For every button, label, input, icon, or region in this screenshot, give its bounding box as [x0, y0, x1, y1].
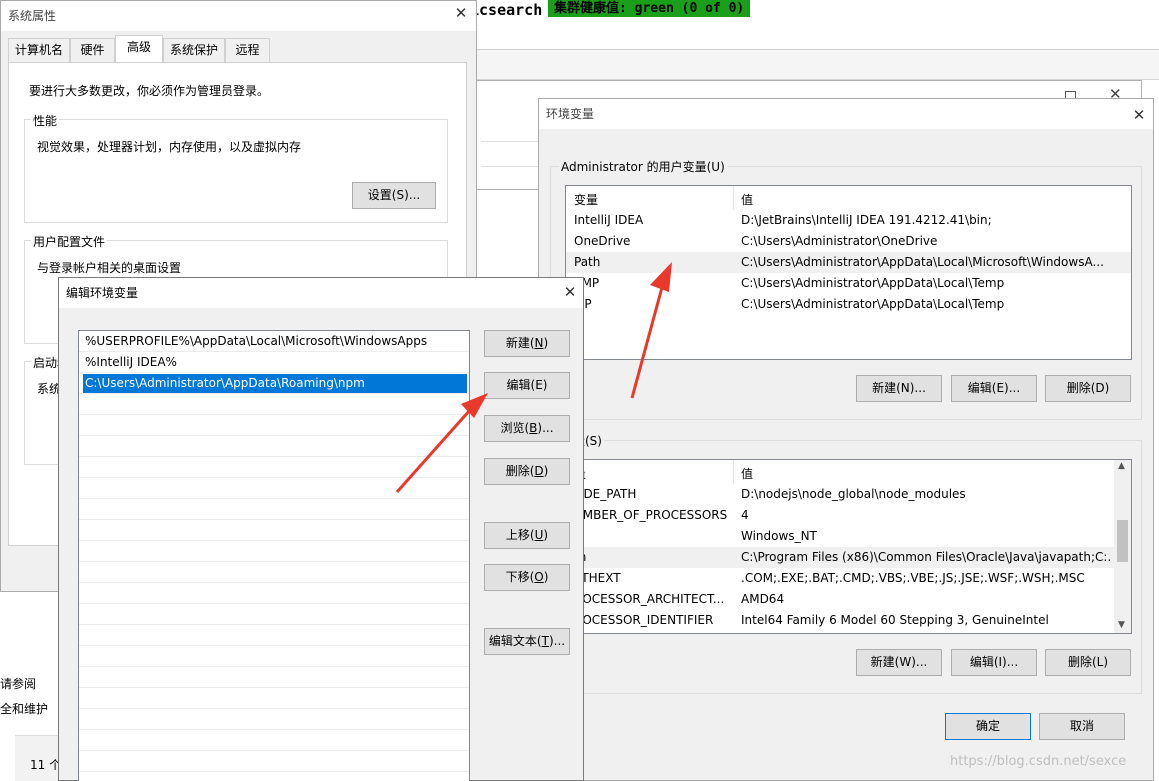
annotation-arrows: [395, 262, 672, 493]
watermark: https://blog.csdn.net/sexce: [950, 754, 1127, 769]
arrow-to-edit-button: [395, 393, 488, 493]
arrow-to-path-row: [630, 262, 672, 399]
